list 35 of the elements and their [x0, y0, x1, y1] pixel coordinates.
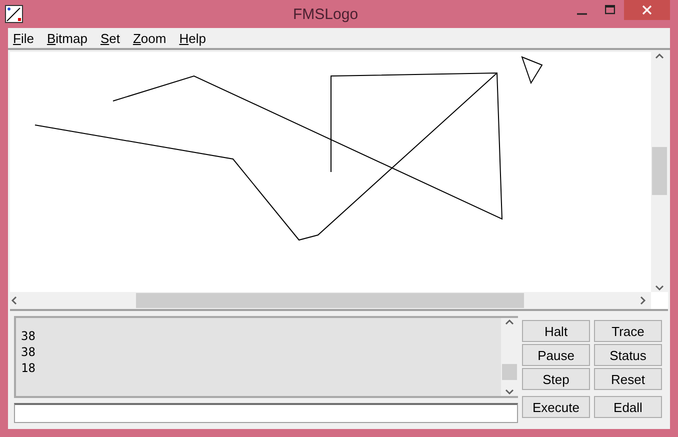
scroll-up-icon[interactable] [505, 318, 514, 327]
maximize-icon [605, 5, 615, 15]
menu-item[interactable]: Set [100, 30, 120, 46]
scroll-left-icon[interactable] [10, 296, 19, 305]
scroll-thumb[interactable] [502, 364, 517, 380]
scroll-right-icon[interactable] [638, 296, 647, 305]
menu-item[interactable]: Help [179, 30, 206, 46]
output-line: 38 [21, 344, 36, 360]
scroll-thumb[interactable] [136, 293, 524, 308]
command-button[interactable]: Step [522, 368, 590, 390]
menu-item[interactable]: Bitmap [46, 30, 88, 46]
scroll-up-icon[interactable] [655, 52, 664, 61]
output-line: 18 [21, 360, 36, 376]
menu-item[interactable]: File [13, 30, 34, 46]
command-button[interactable]: Reset [594, 368, 662, 390]
minimize-icon [577, 13, 587, 15]
command-button[interactable]: Pause [522, 344, 590, 366]
horizontal-scrollbar[interactable] [10, 292, 651, 309]
close-icon [642, 5, 652, 15]
close-button[interactable] [624, 0, 670, 20]
scroll-thumb[interactable] [652, 147, 667, 195]
command-button[interactable]: Halt [522, 320, 590, 342]
command-button[interactable]: Status [594, 344, 662, 366]
command-input[interactable] [14, 403, 518, 423]
scroll-down-icon[interactable] [505, 387, 514, 396]
command-button[interactable]: Edall [594, 396, 662, 418]
list-scrollbar[interactable] [501, 318, 518, 396]
app-icon [5, 5, 23, 23]
window-title: FMSLogo [293, 6, 358, 22]
vertical-scrollbar[interactable] [651, 52, 668, 292]
output-line: 38 [21, 328, 36, 344]
menu-item[interactable]: Zoom [132, 30, 166, 46]
command-button[interactable]: Trace [594, 320, 662, 342]
command-button[interactable]: Execute [522, 396, 590, 418]
scroll-down-icon[interactable] [655, 283, 664, 292]
